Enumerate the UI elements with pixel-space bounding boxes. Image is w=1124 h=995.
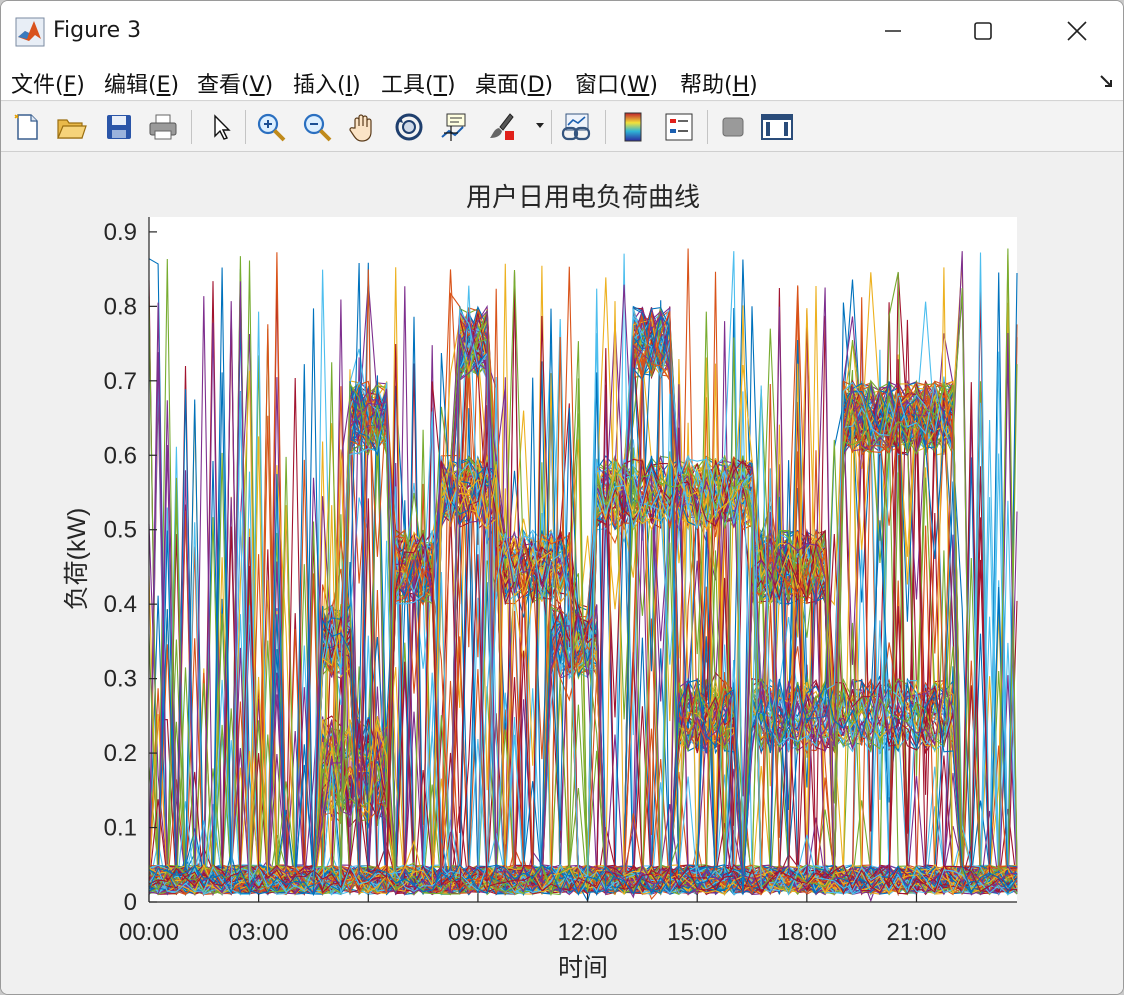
menu-help[interactable]: 帮助(H) bbox=[680, 67, 758, 99]
menu-insert[interactable]: 插入(I) bbox=[293, 67, 361, 99]
dock-arrow-icon[interactable] bbox=[1099, 73, 1115, 89]
close-button[interactable] bbox=[1031, 1, 1123, 61]
toolbar bbox=[1, 102, 1123, 152]
pan-button[interactable] bbox=[345, 109, 381, 145]
zoom-in-button[interactable] bbox=[253, 109, 289, 145]
figure-canvas: 0 0.1 0.2 0.3 0.4 0.5 0.6 0.7 0.8 0.9 00:00 03:00 06… bbox=[1, 153, 1123, 994]
print-button[interactable] bbox=[145, 109, 181, 145]
menu-edit[interactable]: 编辑(E) bbox=[104, 67, 179, 99]
toolbar-separator bbox=[707, 110, 708, 144]
brush-button[interactable] bbox=[485, 109, 521, 145]
menu-view[interactable]: 查看(V) bbox=[197, 67, 273, 99]
toolbar-separator bbox=[551, 110, 552, 144]
show-plot-tools-icon bbox=[761, 114, 793, 140]
y-tick-label: 0.6 bbox=[104, 442, 137, 469]
link-plot-button[interactable] bbox=[559, 109, 595, 145]
zoom-out-icon bbox=[303, 113, 332, 142]
toolbar-separator bbox=[245, 110, 246, 144]
minimize-button[interactable] bbox=[847, 1, 939, 61]
y-tick-label: 0.9 bbox=[104, 219, 137, 246]
x-tick-label: 03:00 bbox=[229, 919, 289, 946]
data-cursor-icon bbox=[441, 113, 466, 141]
x-tick-label: 12:00 bbox=[558, 919, 618, 946]
new-figure-button[interactable] bbox=[9, 109, 45, 145]
y-tick-label: 0.1 bbox=[104, 815, 137, 842]
y-tick-label: 0.5 bbox=[104, 517, 137, 544]
hide-plot-tools-button[interactable] bbox=[715, 109, 751, 145]
show-plot-tools-button[interactable] bbox=[759, 109, 795, 145]
x-tick-label: 18:00 bbox=[777, 919, 837, 946]
menu-bar: 文件(F) 编辑(E) 查看(V) 插入(I) 工具(T) 桌面(D) 窗口(W… bbox=[1, 61, 1123, 101]
menu-desktop[interactable]: 桌面(D) bbox=[475, 67, 553, 99]
maximize-icon bbox=[974, 22, 992, 40]
menu-tools[interactable]: 工具(T) bbox=[381, 67, 456, 99]
zoom-in-icon bbox=[257, 113, 286, 142]
pointer-icon bbox=[214, 114, 231, 140]
matlab-logo-icon bbox=[15, 17, 45, 47]
print-icon bbox=[149, 114, 177, 140]
toolbar-separator bbox=[605, 110, 606, 144]
pan-hand-icon bbox=[349, 114, 372, 142]
save-button[interactable] bbox=[101, 109, 137, 145]
maximize-button[interactable] bbox=[937, 1, 1029, 61]
toolbar-separator bbox=[191, 110, 192, 144]
menu-file[interactable]: 文件(F) bbox=[11, 67, 85, 99]
legend-icon bbox=[665, 113, 693, 141]
y-tick-label: 0.2 bbox=[104, 740, 137, 767]
legend-button[interactable] bbox=[661, 109, 697, 145]
hide-plot-tools-icon bbox=[722, 117, 744, 137]
y-axis-label: 负荷(kW) bbox=[63, 508, 91, 611]
save-icon bbox=[107, 115, 131, 139]
chevron-down-icon[interactable] bbox=[535, 122, 545, 130]
figure-window: Figure 3 文件(F) 编辑(E) 查看(V) 插入(I) 工具(T) 桌… bbox=[0, 0, 1124, 995]
rotate-3d-icon bbox=[395, 113, 423, 141]
open-file-icon bbox=[57, 119, 87, 139]
x-tick-label: 21:00 bbox=[886, 919, 946, 946]
chart-title: 用户日用电负荷曲线 bbox=[466, 182, 700, 212]
link-plot-icon bbox=[561, 113, 591, 141]
pointer-button[interactable] bbox=[203, 109, 239, 145]
y-tick-label: 0.3 bbox=[104, 666, 137, 693]
x-tick-label: 00:00 bbox=[119, 919, 179, 946]
y-tick-label: 0.8 bbox=[104, 293, 137, 320]
data-cursor-button[interactable] bbox=[437, 109, 473, 145]
x-axis-label: 时间 bbox=[558, 954, 608, 982]
rotate-3d-button[interactable] bbox=[391, 109, 427, 145]
colorbar-icon bbox=[624, 112, 642, 142]
x-tick-label: 06:00 bbox=[338, 919, 398, 946]
colorbar-button[interactable] bbox=[615, 109, 651, 145]
y-tick-label: 0.4 bbox=[104, 591, 137, 618]
menu-window[interactable]: 窗口(W) bbox=[575, 67, 658, 99]
zoom-out-button[interactable] bbox=[299, 109, 335, 145]
title-bar[interactable]: Figure 3 bbox=[1, 1, 1123, 61]
open-file-button[interactable] bbox=[53, 109, 89, 145]
close-icon bbox=[1067, 21, 1087, 41]
x-tick-label: 09:00 bbox=[448, 919, 508, 946]
window-title: Figure 3 bbox=[53, 18, 142, 43]
x-tick-label: 15:00 bbox=[667, 919, 727, 946]
y-tick-label: 0 bbox=[124, 889, 137, 916]
brush-icon bbox=[490, 113, 514, 140]
minimize-icon bbox=[885, 30, 901, 32]
load-profile-chart[interactable]: 0 0.1 0.2 0.3 0.4 0.5 0.6 0.7 0.8 0.9 00:00 03:00 06… bbox=[1, 153, 1123, 993]
new-figure-icon bbox=[14, 114, 38, 140]
y-tick-label: 0.7 bbox=[104, 368, 137, 395]
